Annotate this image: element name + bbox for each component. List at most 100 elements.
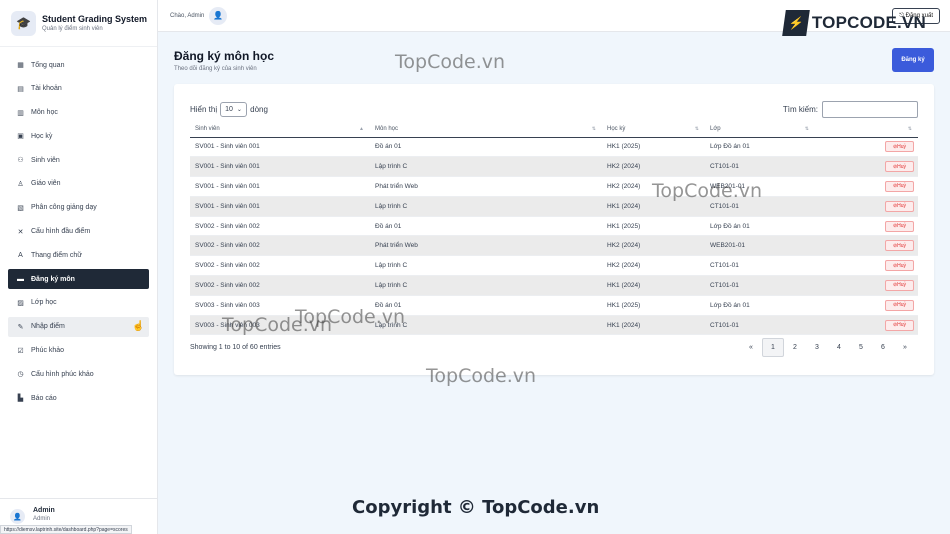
column-header-subject[interactable]: Môn học ⇅	[370, 122, 602, 138]
pagination-prev[interactable]: «	[740, 338, 762, 357]
sidebar-item-label: Phân công giảng dạy	[31, 204, 97, 212]
sidebar-nav: ▦ Tổng quan ▤ Tài khoản ▥ Môn học ▣ Học kỳ ⚇…	[0, 47, 157, 408]
sidebar-item-teachers[interactable]: ♙ Giáo viên	[8, 174, 149, 194]
cell-student: SV002 - Sinh viên 002	[190, 235, 370, 257]
cell-class: WEB201-01	[705, 235, 815, 257]
cell-student: SV002 - Sinh viên 002	[190, 275, 370, 296]
column-header-student[interactable]: Sinh viên ▲	[190, 122, 370, 138]
sidebar-item-label: Nhập điểm	[31, 323, 65, 331]
cell-subject: Lập trình C	[370, 275, 602, 296]
sidebar-item-registration[interactable]: ▬ Đăng ký môn	[8, 269, 149, 290]
watermark-topcode: TopCode.vn	[426, 365, 537, 387]
cancel-registration-button[interactable]: ⊘ Huỷ	[885, 260, 914, 272]
column-header-class[interactable]: Lớp ⇅	[705, 122, 815, 138]
user-icon: 👤	[10, 509, 25, 524]
sidebar: 🎓 Student Grading System Quản lý điểm si…	[0, 0, 158, 534]
cancel-label: Huỷ	[897, 302, 907, 309]
watermark-topcode: TopCode.vn	[395, 51, 506, 73]
sidebar-item-reports[interactable]: ▙ Báo cáo	[8, 388, 149, 408]
table-row: SV002 - Sinh viên 002 Đồ án 01 HK1 (2025) L…	[190, 216, 918, 237]
pagination-next[interactable]: »	[894, 338, 916, 357]
table-row: SV001 - Sinh viên 001 Đồ án 01 HK1 (2025) L…	[190, 137, 918, 158]
table-row: SV002 - Sinh viên 002 Lập trình C HK2 (202…	[190, 255, 918, 277]
class-icon: ▨	[17, 299, 24, 307]
cell-subject: Lập trình C	[370, 156, 602, 178]
report-icon: ▙	[17, 395, 24, 403]
students-icon: ⚇	[17, 157, 24, 165]
sidebar-item-overview[interactable]: ▦ Tổng quan	[8, 55, 149, 75]
settings-icon: ✕	[17, 228, 24, 236]
user-avatar-icon[interactable]: 👤	[209, 6, 228, 25]
sidebar-item-teaching-assignment[interactable]: ▧ Phân công giảng dạy	[8, 198, 149, 218]
cell-actions: ⊘ Huỷ	[815, 235, 918, 257]
sidebar-item-accounts[interactable]: ▤ Tài khoản	[8, 79, 149, 99]
pagination-page-2[interactable]: 2	[784, 338, 806, 357]
cell-subject: Đồ án 01	[370, 216, 602, 237]
pagination: « 1 2 3 4 5 6 »	[740, 338, 916, 357]
cell-term: HK1 (2025)	[602, 295, 705, 316]
review-icon: ☑	[17, 347, 24, 355]
cell-actions: ⊘ Huỷ	[815, 137, 918, 158]
column-header-term[interactable]: Học kỳ ⇅	[602, 122, 705, 138]
cancel-registration-button[interactable]: ⊘ Huỷ	[885, 319, 914, 331]
cancel-registration-button[interactable]: ⊘ Huỷ	[885, 141, 914, 153]
cancel-registration-button[interactable]: ⊘ Huỷ	[885, 180, 914, 192]
search-label: Tìm kiếm:	[782, 105, 818, 114]
page-length-value: 10	[225, 106, 233, 113]
cell-student: SV001 - Sinh viên 001	[190, 196, 370, 217]
cell-actions: ⊘ Huỷ	[815, 255, 918, 277]
search-input[interactable]	[822, 101, 918, 118]
sidebar-item-review-config[interactable]: ◷ Cấu hình phúc khảo	[8, 364, 149, 384]
table-row: SV002 - Sinh viên 002 Lập trình C HK1 (202…	[190, 275, 918, 296]
page-subtitle: Theo dõi đăng ký của sinh viên	[174, 66, 257, 72]
cancel-registration-button[interactable]: ⊘ Huỷ	[885, 200, 914, 212]
cell-term: HK1 (2025)	[602, 216, 705, 237]
topcode-logo-icon: ⚡	[782, 10, 810, 36]
sidebar-item-students[interactable]: ⚇ Sinh viên	[8, 150, 149, 170]
search-control: Tìm kiếm:	[783, 101, 918, 118]
sidebar-item-classes[interactable]: ▨ Lớp học	[8, 293, 149, 313]
pagination-page-4[interactable]: 4	[828, 338, 850, 357]
cancel-label: Huỷ	[897, 183, 907, 190]
topbar: Chào, Admin 👤 ⎋ Đăng xuất ⚡ TOPCODE.VN	[158, 0, 950, 36]
sort-icon: ⇅	[591, 126, 596, 132]
cell-actions: ⊘ Huỷ	[815, 156, 918, 178]
sidebar-item-label: Cấu hình đầu điểm	[31, 228, 91, 236]
cancel-registration-button[interactable]: ⊘ Huỷ	[885, 220, 914, 232]
sidebar-item-grade-config[interactable]: ✕ Cấu hình đầu điểm	[8, 222, 149, 242]
sidebar-item-enter-scores[interactable]: ✎ Nhập điểm	[8, 316, 149, 337]
sidebar-item-label: Thang điểm chữ	[31, 251, 82, 259]
cancel-registration-button[interactable]: ⊘ Huỷ	[885, 279, 914, 291]
teacher-icon: ♙	[17, 180, 24, 188]
user-name: Admin	[33, 507, 55, 514]
cancel-registration-button[interactable]: ⊘ Huỷ	[885, 240, 914, 252]
cell-subject: Phát triển Web	[370, 235, 602, 257]
sidebar-item-letter-scale[interactable]: A Thang điểm chữ	[8, 245, 149, 265]
cell-class: CT101-01	[705, 156, 815, 178]
cancel-label: Huỷ	[897, 282, 907, 289]
cancel-registration-button[interactable]: ⊘ Huỷ	[885, 299, 914, 311]
watermark-copyright: Copyright © TopCode.vn	[352, 497, 600, 518]
table-row: SV001 - Sinh viên 001 Lập trình C HK2 (202…	[190, 156, 918, 178]
cancel-registration-button[interactable]: ⊘ Huỷ	[885, 161, 914, 173]
pagination-page-3[interactable]: 3	[806, 338, 828, 357]
cell-term: HK1 (2024)	[602, 315, 705, 336]
user-role: Admin	[33, 516, 51, 522]
greeting-text: Chào, Admin	[170, 12, 205, 19]
pagination-page-1[interactable]: 1	[762, 338, 784, 357]
register-button[interactable]: Đăng ký	[892, 48, 934, 72]
sidebar-item-review[interactable]: ☑ Phúc khảo	[8, 341, 149, 361]
topcode-logo-text: TOPCODE.VN	[811, 13, 926, 32]
sidebar-item-label: Lớp học	[31, 299, 57, 307]
pagination-page-6[interactable]: 6	[872, 338, 894, 357]
cell-actions: ⊘ Huỷ	[815, 315, 918, 336]
cell-student: SV001 - Sinh viên 001	[190, 156, 370, 178]
sidebar-item-label: Học kỳ	[31, 132, 53, 140]
pagination-page-5[interactable]: 5	[850, 338, 872, 357]
page-length-select[interactable]: 10 ⌄	[220, 102, 248, 117]
column-header-actions[interactable]: ⇅	[815, 122, 918, 138]
account-icon: ▤	[17, 85, 24, 93]
cancel-label: Huỷ	[897, 163, 907, 170]
sidebar-item-terms[interactable]: ▣ Học kỳ	[8, 126, 149, 146]
sidebar-item-subjects[interactable]: ▥ Môn học	[8, 103, 149, 123]
